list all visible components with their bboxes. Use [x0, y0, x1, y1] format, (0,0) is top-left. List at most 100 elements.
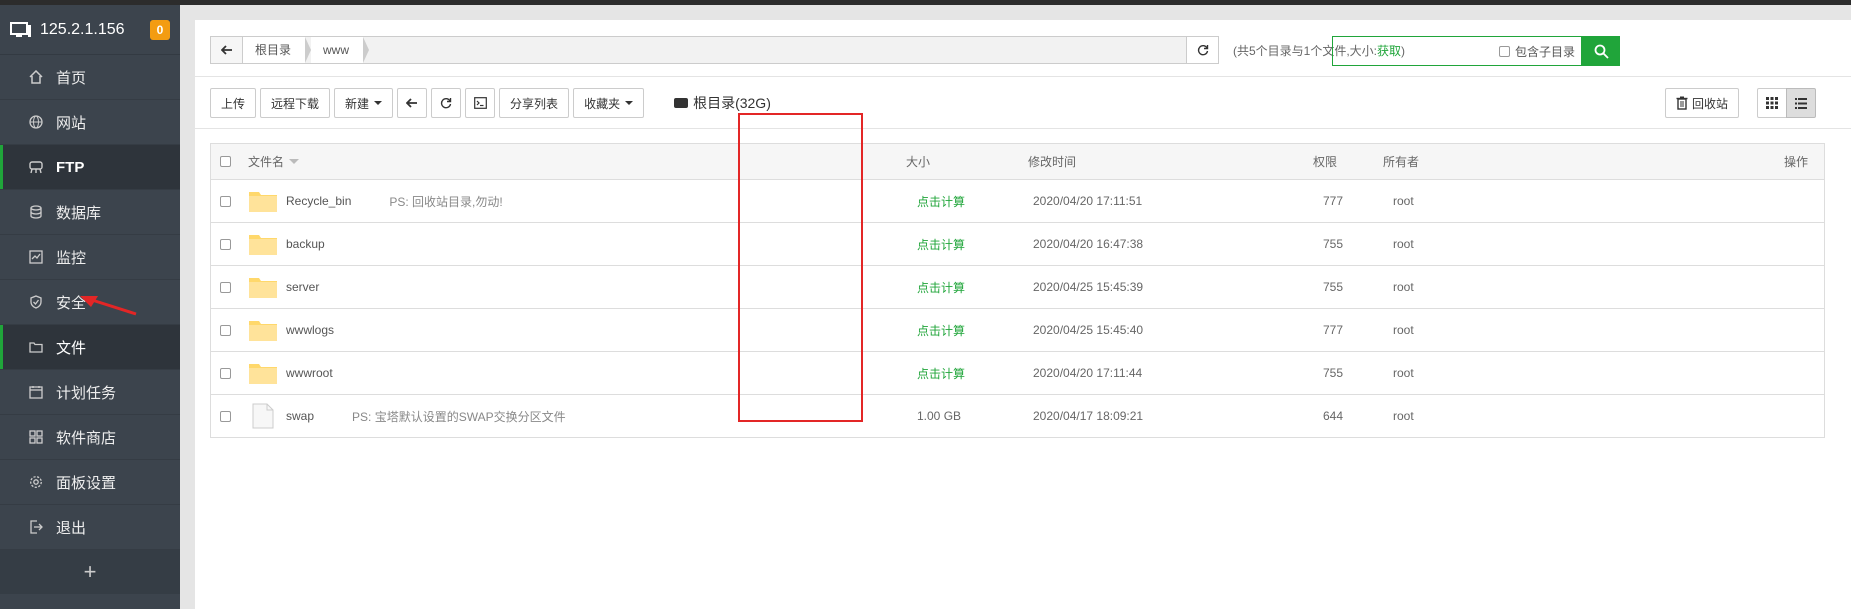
owner-cell[interactable]: root: [1393, 180, 1414, 222]
sidebar-add-button[interactable]: +: [0, 550, 180, 594]
back-button[interactable]: [397, 88, 428, 118]
size-calc-link[interactable]: 点击计算: [917, 266, 965, 308]
list-view-button[interactable]: [1786, 88, 1816, 118]
sidebar-item-settings[interactable]: 面板设置: [0, 460, 180, 505]
perm-cell[interactable]: 777: [1323, 180, 1343, 222]
owner-cell[interactable]: root: [1393, 266, 1414, 308]
row-checkbox[interactable]: [220, 410, 231, 422]
sidebar-item-logout[interactable]: 退出: [0, 505, 180, 550]
path-refresh-button[interactable]: [1187, 36, 1219, 64]
sidebar-item-security[interactable]: 安全: [0, 280, 180, 325]
mtime-cell: 2020/04/17 18:09:21: [1033, 409, 1144, 423]
sidebar-item-store[interactable]: 软件商店: [0, 415, 180, 460]
grid-view-icon: [1766, 97, 1778, 109]
row-check-cell: [220, 395, 231, 437]
refresh-button[interactable]: [431, 88, 462, 118]
search-button[interactable]: [1582, 36, 1620, 66]
file-name[interactable]: wwwroot: [286, 366, 333, 380]
mtime-cell: 2020/04/20 17:11:44: [1033, 366, 1143, 380]
sidebar-item-monitor[interactable]: 监控: [0, 235, 180, 280]
sidebar-item-cron[interactable]: 计划任务: [0, 370, 180, 415]
row-checkbox[interactable]: [220, 324, 231, 336]
folder-icon: [28, 339, 44, 355]
table-row[interactable]: server 点击计算 2020/04/25 15:45:39 755 root: [211, 266, 1824, 309]
file-name[interactable]: swap: [286, 409, 314, 423]
grid-view-button[interactable]: [1757, 88, 1787, 118]
include-subdir-option[interactable]: 包含子目录: [1498, 43, 1575, 60]
table-row[interactable]: wwwlogs 点击计算 2020/04/25 15:45:40 777 roo…: [211, 309, 1824, 352]
size-calc-link[interactable]: 点击计算: [917, 223, 965, 265]
top-strip: [0, 0, 1851, 5]
terminal-button[interactable]: [465, 88, 496, 118]
header-owner[interactable]: 所有者: [1383, 144, 1419, 179]
include-subdir-label: 包含子目录: [1514, 44, 1575, 59]
sidebar: 125.2.1.156 0 首页 网站 FTP 数据库 监控 安全 文件 计划任…: [0, 5, 180, 609]
search-icon: [1594, 44, 1609, 59]
owner-cell[interactable]: root: [1393, 223, 1414, 265]
folder-icon: [249, 321, 277, 341]
sidebar-item-home[interactable]: 首页: [0, 55, 180, 100]
sidebar-item-label: 数据库: [56, 204, 102, 222]
size-calc-link[interactable]: 点击计算: [917, 180, 965, 222]
disk-selector[interactable]: 根目录(32G): [674, 93, 771, 113]
sidebar-item-label: 退出: [56, 519, 87, 537]
folder-icon: [249, 235, 277, 255]
row-checkbox[interactable]: [220, 367, 231, 379]
header-mtime[interactable]: 修改时间: [1028, 144, 1076, 179]
new-dropdown-button[interactable]: 新建: [334, 88, 394, 118]
share-list-button[interactable]: 分享列表: [499, 88, 570, 118]
sidebar-item-ftp[interactable]: FTP: [0, 145, 180, 190]
file-name[interactable]: backup: [286, 237, 325, 251]
header-name[interactable]: 文件名: [248, 144, 300, 179]
search-input[interactable]: 包含子目录: [1332, 36, 1582, 66]
owner-cell[interactable]: root: [1393, 395, 1414, 437]
sidebar-item-database[interactable]: 数据库: [0, 190, 180, 235]
sidebar-item-files[interactable]: 文件: [0, 325, 180, 370]
table-row[interactable]: wwwroot 点击计算 2020/04/20 17:11:44 755 roo…: [211, 352, 1824, 395]
server-header: 125.2.1.156 0: [0, 5, 180, 55]
perm-cell[interactable]: 755: [1323, 266, 1343, 308]
home-icon: [28, 69, 44, 85]
favorites-dropdown-button[interactable]: 收藏夹: [573, 88, 645, 118]
new-label: 新建: [345, 96, 370, 111]
select-all-checkbox[interactable]: [220, 156, 231, 167]
file-name[interactable]: server: [286, 280, 319, 294]
row-checkbox[interactable]: [220, 238, 231, 250]
name-cell: Recycle_bin PS: 回收站目录,勿动!: [248, 180, 503, 222]
header-perm[interactable]: 权限: [1313, 144, 1337, 179]
sidebar-item-website[interactable]: 网站: [0, 100, 180, 145]
breadcrumb[interactable]: 根目录 www: [242, 36, 1187, 64]
perm-cell[interactable]: 777: [1323, 309, 1343, 351]
breadcrumb-root[interactable]: 根目录: [243, 37, 312, 63]
perm-cell[interactable]: 755: [1323, 352, 1343, 394]
perm-cell[interactable]: 755: [1323, 223, 1343, 265]
path-back-button[interactable]: [210, 36, 242, 64]
perm-cell[interactable]: 644: [1323, 395, 1343, 437]
owner-cell[interactable]: root: [1393, 352, 1414, 394]
size-calc-link[interactable]: 点击计算: [917, 352, 965, 394]
divider: [195, 76, 1851, 77]
row-check-cell: [220, 309, 231, 351]
row-checkbox[interactable]: [220, 281, 231, 293]
size-calc-link[interactable]: 点击计算: [917, 309, 965, 351]
table-row[interactable]: backup 点击计算 2020/04/20 16:47:38 755 root: [211, 223, 1824, 266]
table-row[interactable]: swap PS: 宝塔默认设置的SWAP交换分区文件 1.00 GB 2020/…: [211, 395, 1824, 438]
folder-icon: [249, 192, 277, 212]
file-name[interactable]: wwwlogs: [286, 323, 334, 337]
notification-badge[interactable]: 0: [150, 19, 170, 40]
include-subdir-checkbox[interactable]: [1498, 45, 1510, 57]
breadcrumb-www[interactable]: www: [311, 37, 370, 63]
recycle-bin-button[interactable]: 回收站: [1665, 88, 1740, 118]
name-cell: backup: [248, 223, 325, 265]
folder-icon: [249, 278, 277, 298]
upload-button[interactable]: 上传: [210, 88, 257, 118]
owner-cell[interactable]: root: [1393, 309, 1414, 351]
table-row[interactable]: Recycle_bin PS: 回收站目录,勿动! 点击计算 2020/04/2…: [211, 180, 1824, 223]
arrow-left-icon: [220, 45, 232, 55]
row-checkbox[interactable]: [220, 195, 231, 207]
file-name[interactable]: Recycle_bin: [286, 194, 351, 208]
caret-down-icon: [625, 101, 634, 105]
header-size[interactable]: 大小: [906, 144, 930, 179]
name-cell: server: [248, 266, 319, 308]
remote-download-button[interactable]: 远程下载: [260, 88, 331, 118]
